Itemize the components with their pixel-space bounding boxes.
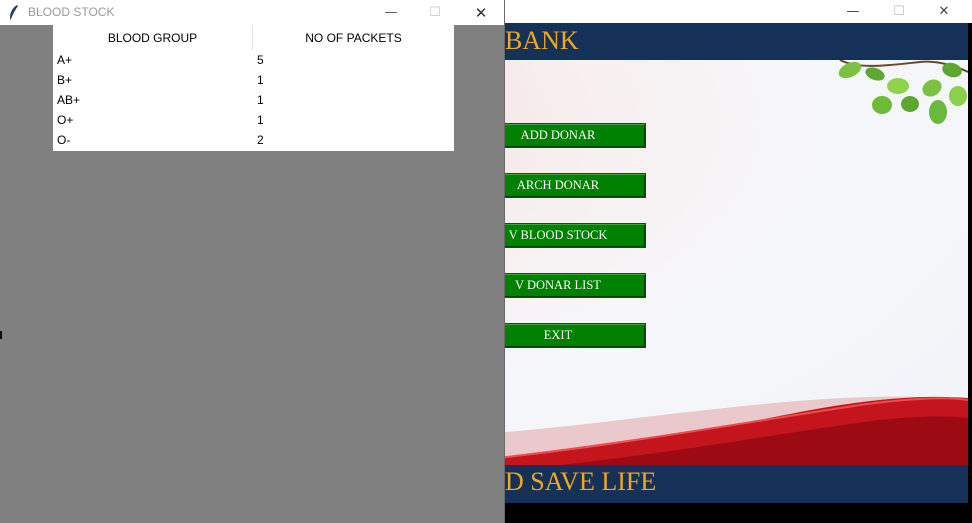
table-row[interactable]: B+ 1 xyxy=(53,70,454,90)
blood-stock-table: BLOOD GROUP NO OF PACKETS A+ 5 B+ 1 AB+ … xyxy=(53,25,454,151)
column-header-packets[interactable]: NO OF PACKETS xyxy=(253,25,454,50)
blood-group-cell: O+ xyxy=(57,113,74,127)
packets-cell: 2 xyxy=(257,133,264,147)
main-maximize-button[interactable]: ☐ xyxy=(876,0,922,23)
packets-cell: 5 xyxy=(257,53,264,67)
minimize-button[interactable]: — xyxy=(368,0,414,25)
footer-slogan: D SAVE LIFE xyxy=(505,467,657,496)
blood-group-cell: A+ xyxy=(57,53,73,67)
table-row[interactable]: A+ 5 xyxy=(53,50,454,70)
blood-stock-titlebar[interactable]: BLOOD STOCK — ☐ ✕ xyxy=(0,0,504,25)
main-minimize-button[interactable]: — xyxy=(830,0,876,23)
main-close-button[interactable]: ✕ xyxy=(921,0,967,23)
blood-group-cell: B+ xyxy=(57,73,73,87)
packets-cell: 1 xyxy=(257,93,264,107)
window-edge-mark xyxy=(0,331,2,339)
close-button[interactable]: ✕ xyxy=(458,0,504,25)
packets-cell: 1 xyxy=(257,73,264,87)
feather-icon xyxy=(10,5,18,20)
blood-group-cell: AB+ xyxy=(57,93,81,107)
blood-stock-window: BLOOD STOCK — ☐ ✕ BLOOD GROUP NO OF PACK… xyxy=(0,0,504,523)
table-row[interactable]: O- 2 xyxy=(53,130,454,150)
window-title: BLOOD STOCK xyxy=(28,5,115,19)
column-header-blood-group[interactable]: BLOOD GROUP xyxy=(53,25,253,50)
header-title: BANK xyxy=(505,26,579,55)
table-row[interactable]: O+ 1 xyxy=(53,110,454,130)
packets-cell: 1 xyxy=(257,113,264,127)
maximize-button[interactable]: ☐ xyxy=(412,0,458,25)
blood-group-cell: O- xyxy=(57,133,71,147)
leaves-decoration-icon xyxy=(838,60,968,124)
table-row[interactable]: AB+ 1 xyxy=(53,90,454,110)
